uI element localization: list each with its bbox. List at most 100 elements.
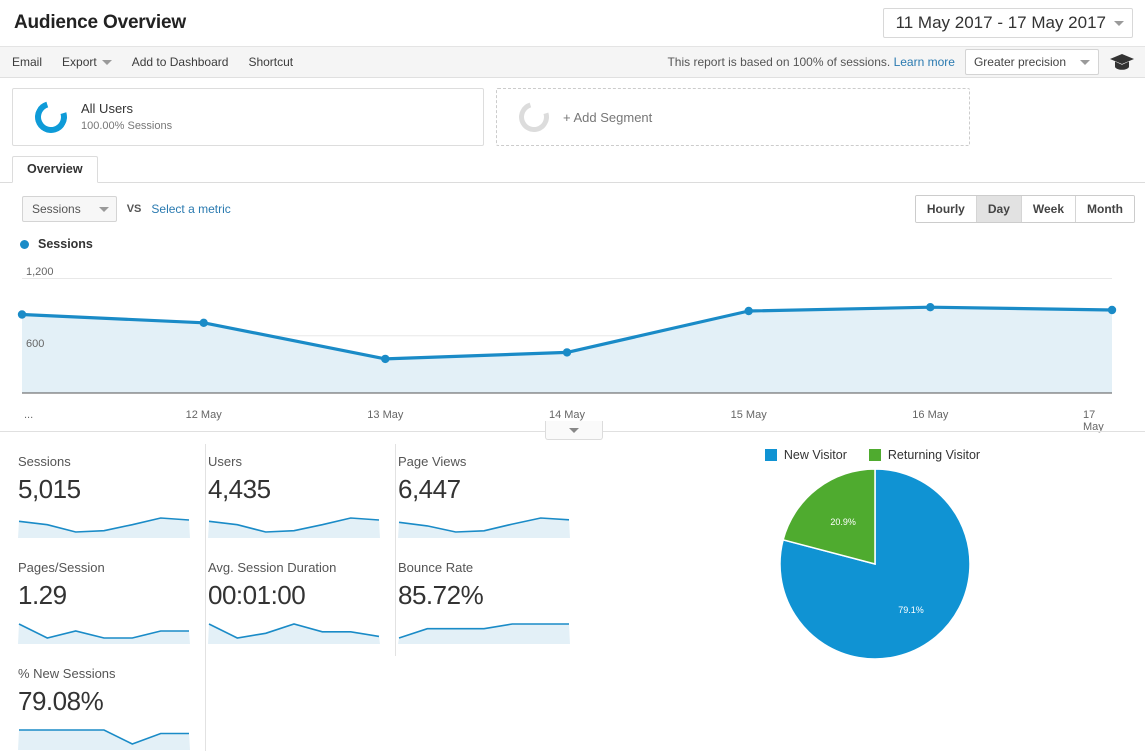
primary-metric-select[interactable]: Sessions — [22, 196, 117, 222]
add-segment-label: + Add Segment — [563, 109, 653, 125]
metric-sparkline — [18, 517, 190, 538]
segment-title: All Users — [81, 101, 134, 117]
metric-card[interactable]: Sessions 5,015 — [16, 444, 206, 550]
donut-ring-icon — [29, 95, 73, 139]
segment-subtitle: 100.00% Sessions — [81, 119, 173, 132]
chart-bottom-rule — [0, 421, 1145, 440]
metric-sparkline — [398, 623, 570, 644]
pie-slice-value-label: 79.1% — [898, 605, 924, 615]
sampling-note: This report is based on 100% of sessions… — [667, 55, 955, 69]
metric-card-label: Avg. Session Duration — [208, 560, 337, 575]
precision-value: Greater precision — [973, 55, 1066, 69]
x-axis-tick: 16 May — [912, 409, 949, 421]
segment-all-users[interactable]: All Users 100.00% Sessions — [12, 88, 484, 146]
report-toolbar: Email Export Add to Dashboard Shortcut T… — [0, 46, 1145, 78]
bottom-section: Sessions 5,015 Users 4,435 Page Views 6,447 Pa… — [0, 432, 1145, 751]
y-axis-tick-1200: 1,200 — [26, 265, 54, 278]
graduation-cap-glyph — [1110, 54, 1134, 70]
metric-sparkline — [398, 517, 570, 538]
export-label: Export — [62, 55, 97, 69]
x-axis-tick: 13 May — [367, 409, 404, 421]
metric-card-value: 6,447 — [398, 474, 461, 504]
chevron-down-icon — [98, 206, 109, 212]
metric-card-label: Users — [208, 454, 242, 469]
segment-bar: All Users 100.00% Sessions + Add Segment — [0, 78, 1145, 146]
pie-chart-svg[interactable]: 79.1% 20.9% — [743, 462, 1003, 667]
sampling-text: This report is based on 100% of sessions… — [667, 55, 891, 69]
granularity-week[interactable]: Week — [1021, 196, 1077, 222]
y-axis-tick-600: 600 — [26, 337, 45, 350]
granularity-toggle-group: Hourly Day Week Month — [914, 195, 1135, 223]
color-swatch-returning-visitor — [868, 449, 881, 461]
metric-card-label: % New Sessions — [18, 666, 116, 681]
line-chart-svg — [17, 278, 1117, 394]
metric-card-label: Sessions — [18, 454, 71, 469]
pie-legend-label-returning-visitor: Returning Visitor — [887, 448, 981, 462]
metric-card[interactable]: Avg. Session Duration 00:01:00 — [206, 550, 396, 656]
graduation-cap-icon[interactable] — [1109, 52, 1135, 72]
sessions-line-chart[interactable]: 1,200 600 — [0, 254, 1145, 409]
pie-slice-value-label: 20.9% — [830, 517, 856, 527]
chevron-down-icon — [1080, 59, 1090, 65]
date-range-text: 11 May 2017 - 17 May 2017 — [895, 13, 1106, 32]
metric-card-label: Bounce Rate — [398, 560, 474, 575]
metric-card-value: 79.08% — [18, 686, 104, 716]
x-axis-tick: 15 May — [730, 409, 767, 421]
metric-sparkline — [208, 517, 380, 538]
toolbar-right-group: This report is based on 100% of sessions… — [667, 49, 1135, 75]
visitor-type-pie-panel: New Visitor Returning Visitor 79.1% 20.9% — [600, 444, 1145, 751]
metric-card-value: 4,435 — [208, 474, 271, 504]
export-button[interactable]: Export — [62, 55, 112, 69]
granularity-month[interactable]: Month — [1076, 196, 1134, 222]
donut-ring-empty-icon — [513, 96, 555, 138]
chart-collapse-handle[interactable] — [545, 421, 603, 440]
series-legend-label: Sessions — [38, 237, 93, 251]
shortcut-button[interactable]: Shortcut — [248, 55, 293, 69]
x-axis-tick: 17 May — [1083, 409, 1104, 433]
granularity-hourly[interactable]: Hourly — [915, 196, 977, 222]
select-a-metric-link[interactable]: Select a metric — [151, 202, 230, 216]
add-segment-button[interactable]: + Add Segment — [496, 88, 970, 146]
x-axis-tick: ... — [24, 409, 34, 421]
date-range-picker[interactable]: 11 May 2017 - 17 May 2017 — [882, 8, 1133, 38]
metric-sparkline — [18, 623, 190, 644]
granularity-day[interactable]: Day — [976, 196, 1022, 222]
chevron-down-icon — [1114, 20, 1124, 26]
metric-card[interactable]: Page Views 6,447 — [396, 444, 586, 550]
pie-legend: New Visitor Returning Visitor — [764, 448, 981, 462]
metric-control-row: Sessions VS Select a metric Hourly Day W… — [0, 183, 1145, 223]
metric-card[interactable]: Users 4,435 — [206, 444, 396, 550]
vs-label: VS — [126, 203, 142, 215]
tab-overview[interactable]: Overview — [12, 156, 98, 183]
chart-legend: Sessions — [0, 223, 1145, 251]
toolbar-actions: Email Export Add to Dashboard Shortcut — [12, 55, 293, 69]
metric-sparkline — [208, 623, 380, 644]
page-header: Audience Overview 11 May 2017 - 17 May 2… — [0, 0, 1145, 46]
chevron-down-icon — [569, 427, 579, 433]
metrics-grid: Sessions 5,015 Users 4,435 Page Views 6,447 Pa… — [0, 444, 600, 751]
metric-sparkline — [18, 729, 190, 750]
pie-legend-returning-visitor[interactable]: Returning Visitor — [868, 448, 981, 462]
metric-card-value: 85.72% — [398, 580, 484, 610]
email-button[interactable]: Email — [12, 55, 42, 69]
precision-select[interactable]: Greater precision — [964, 49, 1099, 75]
color-swatch-new-visitor — [764, 449, 777, 461]
x-axis-tick: 12 May — [185, 409, 222, 421]
pie-legend-label-new-visitor: New Visitor — [783, 448, 847, 462]
metric-card-value: 5,015 — [18, 474, 81, 504]
add-to-dashboard-button[interactable]: Add to Dashboard — [132, 55, 229, 69]
series-color-dot — [20, 239, 29, 249]
tab-bar: Overview — [0, 156, 1145, 183]
metric-card[interactable]: Bounce Rate 85.72% — [396, 550, 586, 656]
metric-card-value: 1.29 — [18, 580, 67, 610]
x-axis-tick: 14 May — [548, 409, 586, 421]
page-title: Audience Overview — [14, 12, 186, 33]
pie-legend-new-visitor[interactable]: New Visitor — [764, 448, 847, 462]
metric-card[interactable]: % New Sessions 79.08% — [16, 656, 206, 751]
chevron-down-icon — [101, 59, 112, 65]
metric-card-value: 00:01:00 — [208, 580, 306, 610]
metric-card-label: Pages/Session — [18, 560, 105, 575]
segment-text: All Users 100.00% Sessions — [81, 100, 172, 133]
metric-card[interactable]: Pages/Session 1.29 — [16, 550, 206, 656]
learn-more-link[interactable]: Learn more — [894, 55, 955, 69]
